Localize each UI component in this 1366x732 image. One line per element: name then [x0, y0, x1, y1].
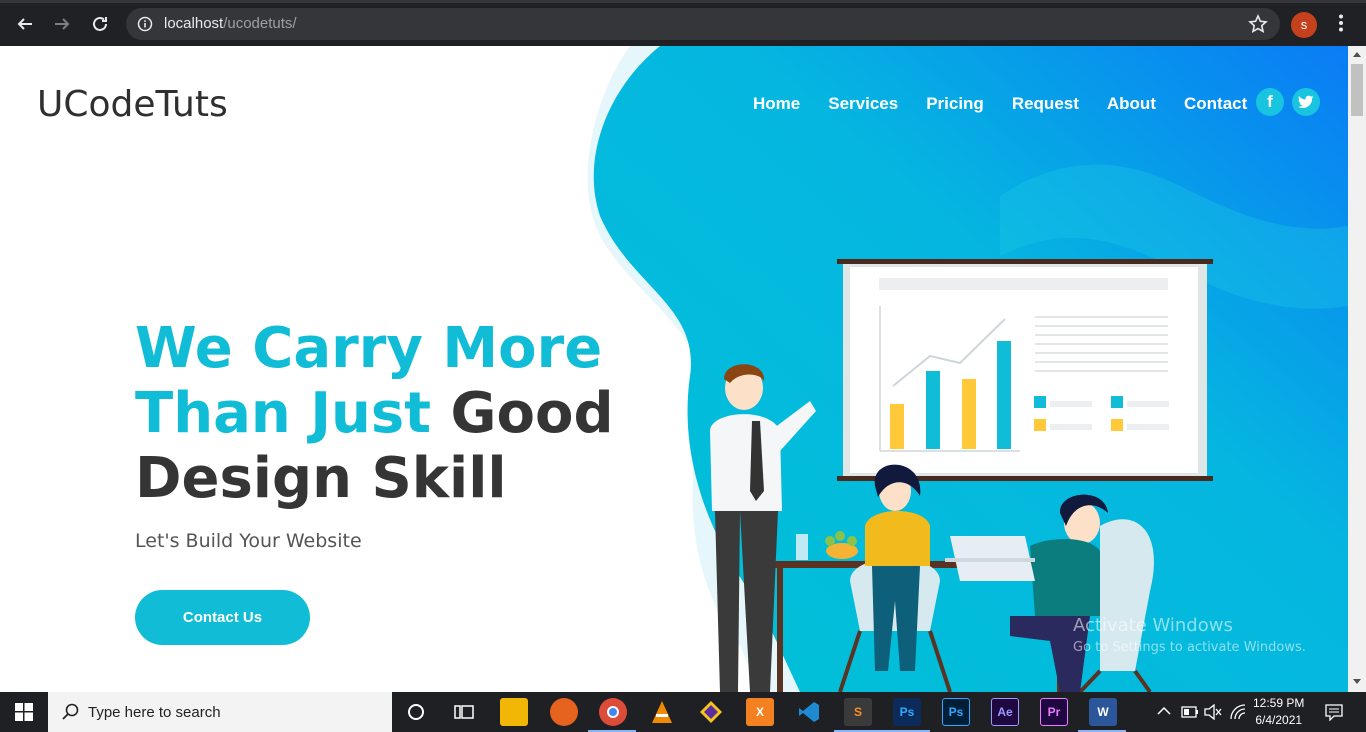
hero-subtitle: Let's Build Your Website: [135, 530, 362, 552]
nav-home[interactable]: Home: [753, 94, 800, 114]
info-icon[interactable]: [137, 16, 153, 32]
reload-icon: [93, 16, 107, 31]
browser-toolbar: localhost/ucodetuts/ s: [0, 0, 1366, 46]
notification-icon[interactable]: [1325, 703, 1343, 721]
system-clock[interactable]: 12:59 PM 6/4/2021: [1253, 695, 1304, 729]
facebook-icon[interactable]: f: [1256, 88, 1284, 116]
contact-us-button[interactable]: Contact Us: [135, 590, 310, 645]
forward-button[interactable]: [49, 11, 75, 37]
chrome-icon[interactable]: [599, 698, 627, 726]
xampp-icon[interactable]: X: [746, 698, 774, 726]
scroll-up-icon[interactable]: [1353, 52, 1361, 57]
git-icon[interactable]: [697, 698, 725, 726]
task-view-icon[interactable]: [450, 698, 478, 726]
firefox-icon[interactable]: [550, 698, 578, 726]
chevron-up-icon[interactable]: [1157, 706, 1171, 716]
search-icon: [62, 703, 79, 720]
back-arrow-icon: [17, 18, 32, 30]
photoshop-icon-2[interactable]: Ps: [942, 698, 970, 726]
bookmark-star-icon[interactable]: [1248, 14, 1268, 34]
vlc-icon[interactable]: [648, 698, 676, 726]
hero-heading: We Carry More Than Just Good Design Skil…: [135, 316, 614, 511]
url-text[interactable]: localhost/ucodetuts/: [164, 15, 297, 32]
nav-about[interactable]: About: [1107, 94, 1156, 114]
battery-icon[interactable]: [1181, 706, 1199, 718]
address-bar[interactable]: localhost/ucodetuts/: [126, 8, 1280, 40]
cortana-icon[interactable]: [402, 698, 430, 726]
forward-arrow-icon: [55, 18, 70, 30]
site-logo[interactable]: UCodeTuts: [37, 84, 228, 125]
activate-windows-watermark: Activate Windows Go to Settings to activ…: [1073, 615, 1306, 655]
nav-contact[interactable]: Contact: [1184, 94, 1247, 114]
start-button[interactable]: [0, 692, 48, 732]
windows-taskbar: Type here to search X S Ps Ps Ae Pr W 12…: [0, 692, 1366, 732]
scrollbar-thumb[interactable]: [1351, 64, 1363, 116]
sublime-icon[interactable]: S: [844, 698, 872, 726]
back-button[interactable]: [12, 11, 38, 37]
twitter-icon[interactable]: [1292, 88, 1320, 116]
profile-avatar[interactable]: s: [1291, 12, 1317, 38]
taskbar-search[interactable]: Type here to search: [48, 692, 392, 732]
nav-request[interactable]: Request: [1012, 94, 1079, 114]
nav-pricing[interactable]: Pricing: [926, 94, 984, 114]
vscode-icon[interactable]: [795, 698, 823, 726]
premiere-icon[interactable]: Pr: [1040, 698, 1068, 726]
page-scrollbar[interactable]: [1348, 46, 1366, 692]
menu-kebab-icon[interactable]: [1331, 13, 1351, 33]
wifi-icon[interactable]: [1229, 703, 1247, 721]
file-explorer-icon[interactable]: [500, 698, 528, 726]
main-nav: Home Services Pricing Request About Cont…: [753, 94, 1275, 114]
reload-button[interactable]: [87, 11, 113, 37]
windows-logo-icon: [15, 703, 33, 721]
tab-strip: [0, 0, 1366, 3]
volume-muted-icon[interactable]: [1204, 704, 1222, 720]
page-viewport: UCodeTuts Home Services Pricing Request …: [0, 46, 1348, 692]
after-effects-icon[interactable]: Ae: [991, 698, 1019, 726]
scroll-down-icon[interactable]: [1353, 679, 1361, 684]
photoshop-icon[interactable]: Ps: [893, 698, 921, 726]
word-icon[interactable]: W: [1089, 698, 1117, 726]
nav-services[interactable]: Services: [828, 94, 898, 114]
